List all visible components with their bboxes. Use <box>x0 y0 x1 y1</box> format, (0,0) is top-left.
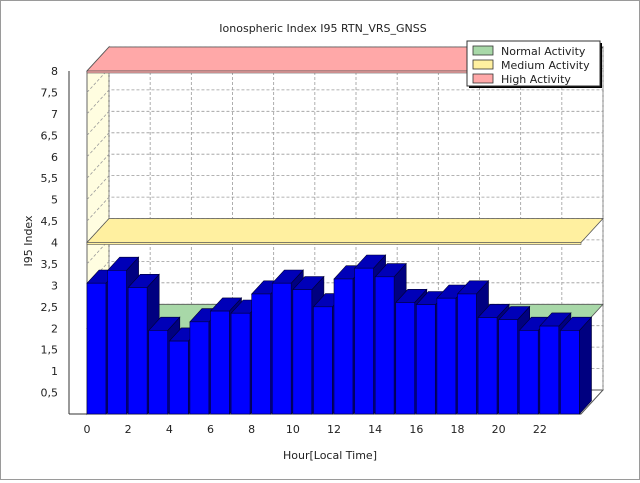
bar-front <box>333 278 354 415</box>
bar-front <box>416 304 436 415</box>
bar-front <box>169 340 189 415</box>
y-tick-label: 6,5 <box>41 129 59 142</box>
band-edge <box>86 242 582 245</box>
y-axis-ticks: 0,5 1 1,5 2 2,5 3 3,5 4 4,5 5 5,5 6 6,5 7 7,5 8 <box>41 65 59 400</box>
bar-front <box>498 319 518 415</box>
legend-swatch <box>472 45 494 56</box>
y-tick-label: 0,5 <box>41 387 59 400</box>
x-tick-label: 18 <box>451 423 465 436</box>
bar-front <box>292 289 313 415</box>
y-tick-label: 8 <box>51 65 58 78</box>
x-tick-label: 16 <box>409 423 423 436</box>
bar-front <box>189 321 210 415</box>
y-tick-label: 5,5 <box>41 172 59 185</box>
legend-swatch <box>472 73 494 84</box>
x-tick-label: 14 <box>368 423 382 436</box>
x-tick-label: 6 <box>207 423 214 436</box>
legend: Normal ActivityMedium ActivityHigh Activ… <box>466 40 602 88</box>
chart-title: Ionospheric Index I95 RTN_VRS_GNSS <box>219 22 426 35</box>
y-axis-label: I95 Index <box>22 215 35 267</box>
bar-front <box>251 293 271 415</box>
y-tick-label: 3,5 <box>41 258 59 271</box>
bar-front <box>539 325 560 415</box>
x-tick-label: 20 <box>492 423 506 436</box>
legend-label: Normal Activity <box>501 45 586 58</box>
bar-front <box>457 293 477 415</box>
x-tick-label: 10 <box>286 423 300 436</box>
y-tick-label: 2 <box>51 322 58 335</box>
bar-23 <box>559 316 593 415</box>
chart-frame: Ionospheric Index I95 RTN_VRS_GNSS 0,5 1 1… <box>0 0 640 480</box>
bar-front <box>560 330 580 415</box>
bar-front <box>230 312 251 415</box>
bar-front <box>86 282 107 415</box>
bar-front <box>395 302 415 415</box>
bar-front <box>518 330 539 415</box>
x-tick-label: 22 <box>533 423 547 436</box>
y-tick-label: 7,5 <box>41 86 59 99</box>
legend-label: Medium Activity <box>501 59 590 72</box>
legend-label: High Activity <box>501 73 571 86</box>
x-axis-ticks: 0 2 4 6 8 10 12 14 16 18 20 22 <box>84 423 547 436</box>
y-tick-label: 3 <box>51 279 58 292</box>
legend-swatch <box>472 59 494 70</box>
bar-front <box>107 270 127 415</box>
y-tick-label: 1,5 <box>41 344 59 357</box>
bar-side <box>579 316 592 415</box>
y-tick-label: 2,5 <box>41 301 59 314</box>
bar-front <box>210 310 230 415</box>
y-tick-label: 6 <box>51 151 58 164</box>
band-medium-activity <box>86 218 604 243</box>
x-tick-label: 2 <box>125 423 132 436</box>
bar-front <box>374 276 395 415</box>
y-tick-label: 4,5 <box>41 215 59 228</box>
x-tick-label: 0 <box>84 423 91 436</box>
y-tick-label: 5 <box>51 194 58 207</box>
bar-front <box>271 282 292 415</box>
x-axis-label: Hour[Local Time] <box>283 449 377 462</box>
bar-front <box>127 287 148 415</box>
y-tick-label: 7 <box>51 108 58 121</box>
y-tick-label: 4 <box>51 237 58 250</box>
bar-front <box>354 267 374 415</box>
x-tick-label: 8 <box>248 423 255 436</box>
y-tick-label: 1 <box>51 365 58 378</box>
bar-front <box>313 306 333 415</box>
bar-front <box>148 330 168 415</box>
x-tick-label: 12 <box>327 423 341 436</box>
x-tick-label: 4 <box>166 423 173 436</box>
bar-front <box>436 297 457 415</box>
bar-chart: Ionospheric Index I95 RTN_VRS_GNSS 0,5 1 1… <box>22 22 605 462</box>
bar-front <box>477 317 498 415</box>
